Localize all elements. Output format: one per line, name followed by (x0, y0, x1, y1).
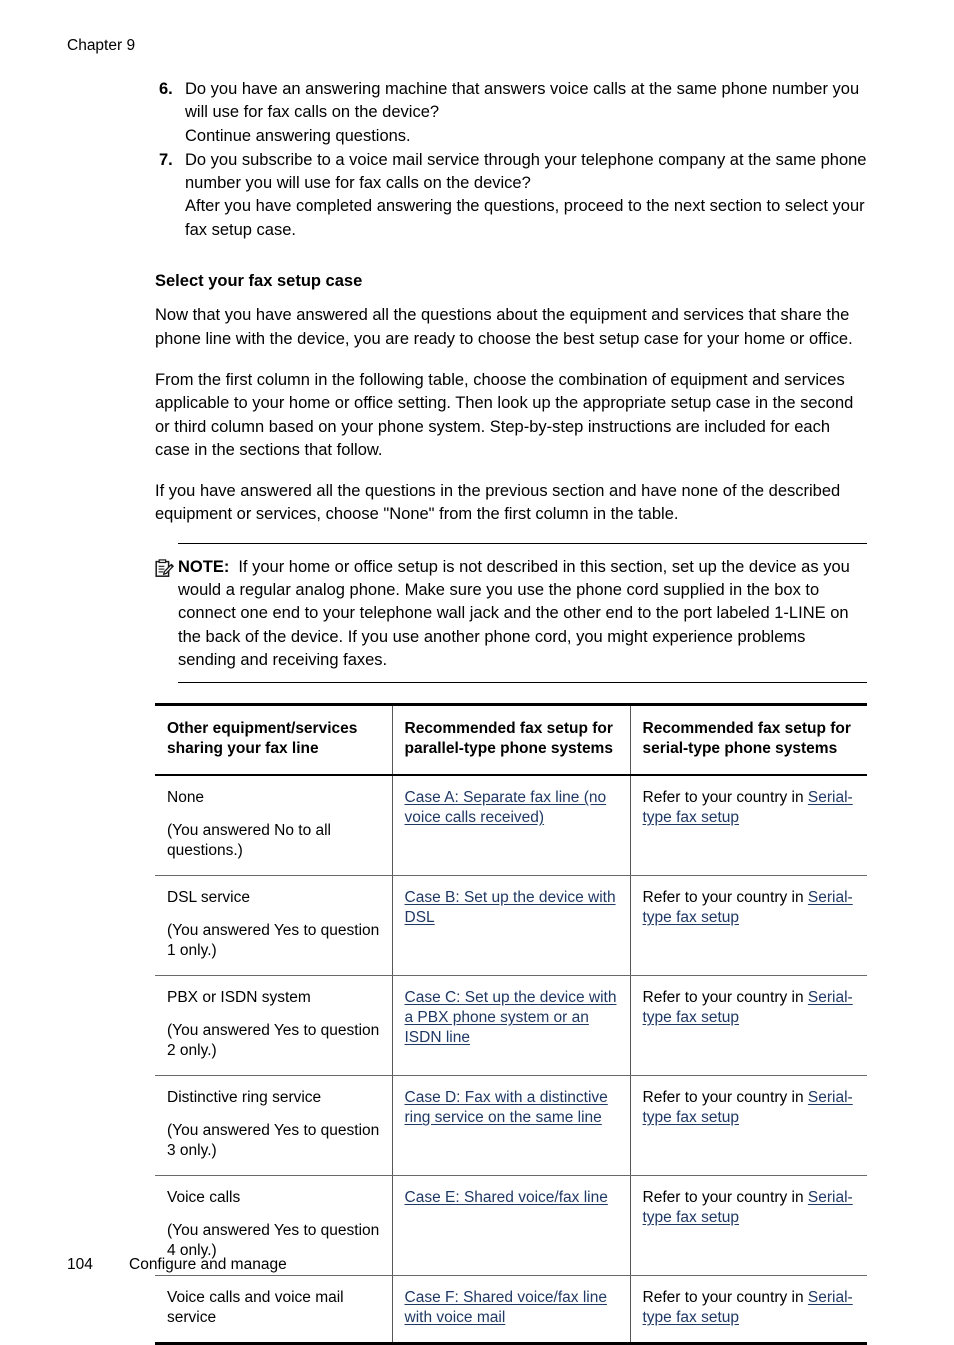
cell-parallel: Case B: Set up the device with DSL (392, 875, 631, 977)
question-body: Do you have an answering machine that an… (185, 78, 867, 148)
note-rule-bottom (178, 682, 867, 684)
parallel-case-link[interactable]: Case D: Fax with a distinctive ring serv… (405, 1089, 608, 1126)
note-label: NOTE: (178, 557, 230, 576)
equipment-note: (You answered No to all questions.) (167, 822, 331, 860)
cell-serial: Refer to your country in Serial-type fax… (630, 1075, 867, 1177)
table-row: DSL service (You answered Yes to questio… (155, 875, 867, 977)
fax-setup-table: Other equipment/services sharing your fa… (155, 703, 867, 1345)
footer-section-title: Configure and manage (129, 1256, 287, 1273)
table-row: Voice calls and voice mail service Case … (155, 1275, 867, 1344)
page-number: 104 (67, 1256, 93, 1273)
fax-setup-table-wrapper: Other equipment/services sharing your fa… (155, 703, 867, 1345)
cell-equipment: Distinctive ring service (You answered Y… (155, 1075, 393, 1177)
cell-parallel: Case A: Separate fax line (no voice call… (392, 775, 631, 877)
cell-equipment: None (You answered No to all questions.) (155, 775, 393, 877)
table-row: Distinctive ring service (You answered Y… (155, 1075, 867, 1177)
serial-prefix-text: Refer to your country in (642, 1289, 808, 1307)
document-page: Chapter 9 6. Do you have an answering ma… (0, 0, 954, 1345)
equipment-name: DSL service (167, 889, 250, 907)
serial-prefix-text: Refer to your country in (642, 1189, 808, 1207)
cell-serial: Refer to your country in Serial-type fax… (630, 775, 867, 877)
note-text-block: NOTE: If your home or office setup is not… (178, 556, 867, 672)
cell-equipment: DSL service (You answered Yes to questio… (155, 875, 393, 977)
equipment-note: (You answered Yes to question 3 only.) (167, 1122, 380, 1160)
cell-parallel: Case F: Shared voice/fax line with voice… (392, 1275, 631, 1344)
page-footer: 104 Configure and manage (67, 1255, 287, 1274)
cell-serial: Refer to your country in Serial-type fax… (630, 875, 867, 977)
section-paragraph: If you have answered all the questions i… (155, 482, 841, 524)
serial-prefix-text: Refer to your country in (642, 889, 808, 907)
question-body: Do you subscribe to a voice mail service… (185, 149, 867, 242)
table-row: PBX or ISDN system (You answered Yes to … (155, 975, 867, 1077)
cell-serial: Refer to your country in Serial-type fax… (630, 1276, 867, 1344)
question-text: Do you subscribe to a voice mail service… (185, 150, 867, 193)
parallel-case-link[interactable]: Case C: Set up the device with a PBX pho… (405, 989, 617, 1046)
chapter-header: Chapter 9 (67, 37, 136, 54)
serial-prefix-text: Refer to your country in (642, 989, 808, 1007)
equipment-note: (You answered Yes to question 2 only.) (167, 1022, 380, 1060)
table-header-row: Other equipment/services sharing your fa… (155, 704, 867, 777)
column-header-equipment: Other equipment/services sharing your fa… (155, 704, 393, 777)
table-row: None (You answered No to all questions.)… (155, 775, 867, 877)
question-number: 7. (159, 150, 173, 169)
note-callout: NOTE: If your home or office setup is not… (155, 542, 867, 684)
serial-prefix-text: Refer to your country in (642, 1089, 808, 1107)
cell-serial: Refer to your country in Serial-type fax… (630, 1175, 867, 1277)
cell-serial: Refer to your country in Serial-type fax… (630, 975, 867, 1077)
list-item: 7. Do you subscribe to a voice mail serv… (155, 149, 867, 242)
equipment-name: Voice calls (167, 1189, 241, 1207)
serial-prefix-text: Refer to your country in (642, 789, 808, 807)
equipment-name: PBX or ISDN system (167, 989, 311, 1007)
note-rule-top (178, 542, 867, 544)
cell-parallel: Case C: Set up the device with a PBX pho… (392, 975, 631, 1077)
section-paragraph: Now that you have answered all the quest… (155, 306, 853, 348)
section-paragraph: From the first column in the following t… (155, 370, 854, 459)
equipment-note: (You answered Yes to question 1 only.) (167, 922, 380, 960)
parallel-case-link[interactable]: Case B: Set up the device with DSL (405, 889, 616, 926)
column-header-serial: Recommended fax setup for serial-type ph… (630, 704, 867, 777)
cell-parallel: Case E: Shared voice/fax line (392, 1175, 631, 1277)
equipment-name: None (167, 789, 205, 807)
list-item: 6. Do you have an answering machine that… (155, 78, 867, 148)
column-header-parallel: Recommended fax setup for parallel-type … (392, 704, 631, 777)
equipment-name: Voice calls and voice mail service (167, 1289, 344, 1327)
cell-parallel: Case D: Fax with a distinctive ring serv… (392, 1075, 631, 1177)
parallel-case-link[interactable]: Case E: Shared voice/fax line (405, 1189, 608, 1206)
question-text: Do you have an answering machine that an… (185, 80, 860, 122)
question-followup: After you have completed answering the q… (185, 197, 865, 239)
section-heading: Select your fax setup case (155, 272, 363, 291)
note-body: If your home or office setup is not desc… (178, 557, 850, 669)
question-followup: Continue answering questions. (185, 126, 411, 145)
questions-list: 6. Do you have an answering machine that… (155, 78, 867, 242)
note-clipboard-pencil-icon (155, 556, 178, 583)
equipment-name: Distinctive ring service (167, 1089, 322, 1107)
page-content: 6. Do you have an answering machine that… (155, 78, 867, 1345)
cell-equipment: PBX or ISDN system (You answered Yes to … (155, 975, 393, 1077)
parallel-case-link[interactable]: Case A: Separate fax line (no voice call… (405, 789, 607, 826)
cell-equipment: Voice calls and voice mail service (155, 1275, 393, 1344)
question-number: 6. (159, 80, 173, 98)
